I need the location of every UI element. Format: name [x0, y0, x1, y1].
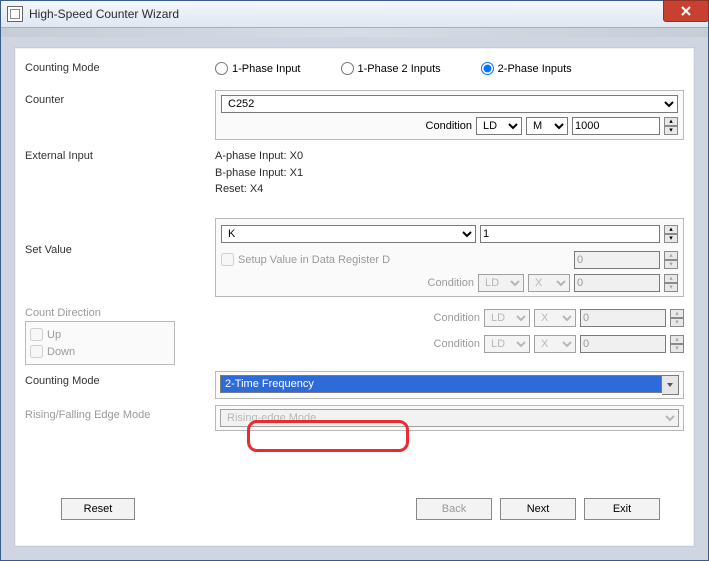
ext-input-text: A-phase Input: X0 B-phase Input: X1 Rese…: [215, 146, 684, 212]
setvalue-group: K ▴▾ Setup Value in Data Register D ▴▾ C…: [215, 218, 684, 297]
sv-num-input[interactable]: [480, 225, 660, 243]
back-button: Back: [416, 498, 492, 520]
toolbar-blur: [1, 28, 708, 37]
dr-value: [574, 251, 660, 269]
checkbox-data-register: Setup Value in Data Register D: [221, 253, 390, 266]
dr-spinner: ▴▾: [664, 251, 678, 269]
label-counter: Counter: [25, 90, 215, 140]
cd1-dev: X: [534, 309, 576, 327]
cd2-num: [580, 335, 666, 353]
form-grid: Counting Mode 1-Phase Input 1-Phase 2 In…: [25, 58, 684, 437]
chevron-down-icon: [662, 375, 679, 395]
radio-1phase[interactable]: 1-Phase Input: [215, 62, 301, 75]
titlebar: High-Speed Counter Wizard: [1, 1, 708, 28]
label-counting-mode: Counting Mode: [25, 58, 215, 84]
label-cd-cond2: Condition: [434, 338, 480, 350]
label-count-dir: Count Direction Up Down: [25, 303, 215, 365]
cond-dev-select[interactable]: M: [526, 117, 568, 135]
label-ext-input: External Input: [25, 146, 215, 212]
radio-2phase[interactable]: 2-Phase Inputs: [481, 62, 572, 75]
counting-mode-group: 2-Time Frequency: [215, 371, 684, 399]
counter-group: C252 Condition LD M ▴▾: [215, 90, 684, 140]
checkbox-up: Up: [30, 328, 170, 341]
exit-button[interactable]: Exit: [584, 498, 660, 520]
label-cd-cond1: Condition: [434, 312, 480, 324]
counting-mode-select[interactable]: 2-Time Frequency: [220, 375, 679, 395]
cond-num-input[interactable]: [572, 117, 660, 135]
next-button[interactable]: Next: [500, 498, 576, 520]
checkbox-down: Down: [30, 345, 170, 358]
reset-button[interactable]: Reset: [61, 498, 135, 520]
sv-cond-num: [574, 274, 660, 292]
cond-spinner[interactable]: ▴▾: [664, 117, 678, 135]
cd2-dev: X: [534, 335, 576, 353]
sv-type-select[interactable]: K: [221, 225, 476, 243]
cd2-spin: ▴▾: [670, 335, 684, 353]
wizard-window: High-Speed Counter Wizard Counting Mode …: [0, 0, 709, 561]
sv-spinner[interactable]: ▴▾: [664, 225, 678, 243]
sv-cond-op: LD: [478, 274, 524, 292]
button-row: Reset Back Next Exit: [15, 498, 694, 520]
edge-mode-group: Rising-edge Mode: [215, 405, 684, 431]
label-edge-mode: Rising/Falling Edge Mode: [25, 405, 215, 431]
close-icon: [681, 6, 691, 16]
cd1-op: LD: [484, 309, 530, 327]
sv-cond-spinner: ▴▾: [664, 274, 678, 292]
cond-op-select[interactable]: LD: [476, 117, 522, 135]
sv-cond-dev: X: [528, 274, 570, 292]
cd2-op: LD: [484, 335, 530, 353]
label-condition: Condition: [426, 120, 472, 132]
window-title: High-Speed Counter Wizard: [29, 7, 179, 21]
label-condition-sv: Condition: [428, 277, 474, 289]
label-set-value: Set Value: [25, 218, 215, 297]
main-panel: Counting Mode 1-Phase Input 1-Phase 2 In…: [14, 47, 695, 547]
counter-select[interactable]: C252: [221, 95, 678, 113]
cd1-num: [580, 309, 666, 327]
edge-mode-select: Rising-edge Mode: [220, 409, 679, 427]
close-button[interactable]: [663, 0, 709, 22]
app-icon: [7, 6, 23, 22]
radio-1phase2in[interactable]: 1-Phase 2 Inputs: [341, 62, 441, 75]
cd1-spin: ▴▾: [670, 309, 684, 327]
label-counting-mode2: Counting Mode: [25, 371, 215, 399]
